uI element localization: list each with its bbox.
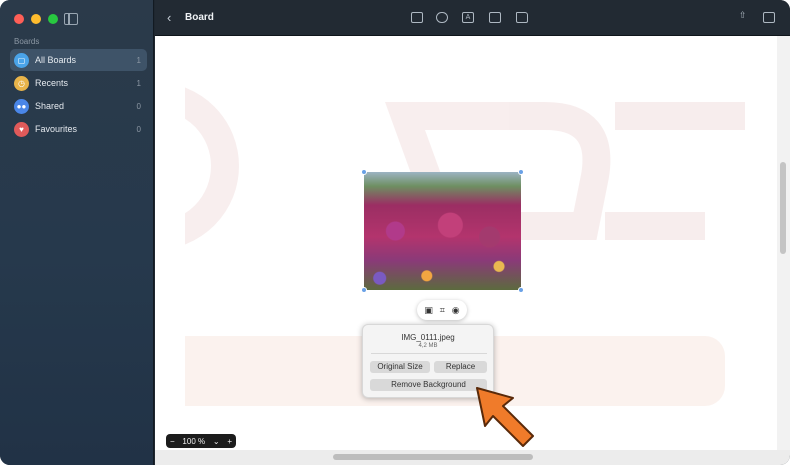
flower-photo[interactable] — [364, 172, 521, 290]
zoom-control: − 100 % ⌄ + — [166, 434, 236, 448]
divider — [371, 353, 487, 354]
vertical-scroll-thumb[interactable] — [780, 162, 786, 254]
image-mini-toolbar: ▣ ⌗ ◉ — [417, 300, 467, 320]
sidebar-item-shared[interactable]: ●● Shared 0 — [10, 95, 147, 117]
sidebar-item-label: Shared — [35, 101, 65, 111]
original-size-button[interactable]: Original Size — [370, 361, 430, 373]
sidebar-item-count: 1 — [136, 55, 141, 65]
app-window: Boards ▢ All Boards 1 ◷ Recents 1 ●● Sha… — [0, 0, 790, 465]
sidebar-item-label: All Boards — [35, 55, 77, 65]
back-chevron-icon[interactable]: ‹ — [167, 10, 171, 25]
zoom-level[interactable]: 100 % — [182, 437, 205, 446]
sidebar-nav: ▢ All Boards 1 ◷ Recents 1 ●● Shared 0 ♥… — [10, 49, 147, 141]
image-filename: IMG_0111.jpeg — [401, 333, 455, 342]
toolbar: ‹ Board A ⇧ — [155, 0, 790, 36]
text-icon[interactable]: A — [462, 12, 474, 23]
image-file-size: 4,2 MB — [418, 343, 438, 349]
close-window-button[interactable] — [14, 14, 24, 24]
media-icon[interactable] — [489, 12, 501, 23]
sidebar-item-count: 0 — [136, 101, 141, 111]
pointer-arrow-icon — [476, 387, 534, 447]
sidebar-item-label: Recents — [35, 78, 69, 88]
sidebar-item-count: 1 — [136, 78, 141, 88]
resize-handle[interactable] — [361, 287, 367, 293]
crop-icon[interactable]: ⌗ — [440, 305, 445, 316]
zoom-menu-chevron-icon[interactable]: ⌄ — [213, 437, 220, 446]
resize-handle[interactable] — [518, 169, 524, 175]
sidebar-item-recents[interactable]: ◷ Recents 1 — [10, 72, 147, 94]
zoom-window-button[interactable] — [48, 14, 58, 24]
sidebar-item-favourites[interactable]: ♥ Favourites 0 — [10, 118, 147, 140]
sidebar-toggle-icon[interactable] — [64, 13, 78, 25]
resize-handle[interactable] — [518, 287, 524, 293]
image-info-icon[interactable]: ▣ — [424, 305, 433, 316]
people-icon: ●● — [14, 98, 29, 114]
shapes-icon[interactable] — [436, 12, 448, 23]
heart-icon: ♥ — [14, 121, 29, 137]
horizontal-scrollbar[interactable] — [155, 450, 790, 465]
compose-icon[interactable] — [763, 12, 775, 23]
zoom-out-button[interactable]: − — [170, 437, 175, 446]
note-icon[interactable] — [411, 12, 423, 23]
eye-icon[interactable]: ◉ — [452, 305, 460, 316]
resize-handle[interactable] — [361, 169, 367, 175]
page-title: Board — [185, 12, 214, 23]
sidebar: Boards ▢ All Boards 1 ◷ Recents 1 ●● Sha… — [0, 0, 154, 465]
folder-icon[interactable] — [516, 12, 528, 23]
zoom-in-button[interactable]: + — [227, 437, 232, 446]
boards-icon: ▢ — [14, 52, 29, 68]
sidebar-item-all-boards[interactable]: ▢ All Boards 1 — [10, 49, 147, 71]
window-controls — [14, 14, 58, 24]
minimize-window-button[interactable] — [31, 14, 41, 24]
replace-button[interactable]: Replace — [434, 361, 487, 373]
sidebar-item-count: 0 — [136, 124, 141, 134]
share-icon[interactable]: ⇧ — [739, 10, 747, 21]
remove-background-button[interactable]: Remove Background — [370, 379, 487, 391]
sidebar-item-label: Favourites — [35, 124, 78, 134]
clock-icon: ◷ — [14, 75, 29, 91]
vertical-scrollbar[interactable] — [777, 36, 790, 450]
board-canvas[interactable]: ▣ ⌗ ◉ IMG_0111.jpeg 4,2 MB Original Size… — [155, 36, 777, 450]
horizontal-scroll-thumb[interactable] — [333, 454, 533, 460]
sidebar-section-label: Boards — [14, 37, 40, 46]
